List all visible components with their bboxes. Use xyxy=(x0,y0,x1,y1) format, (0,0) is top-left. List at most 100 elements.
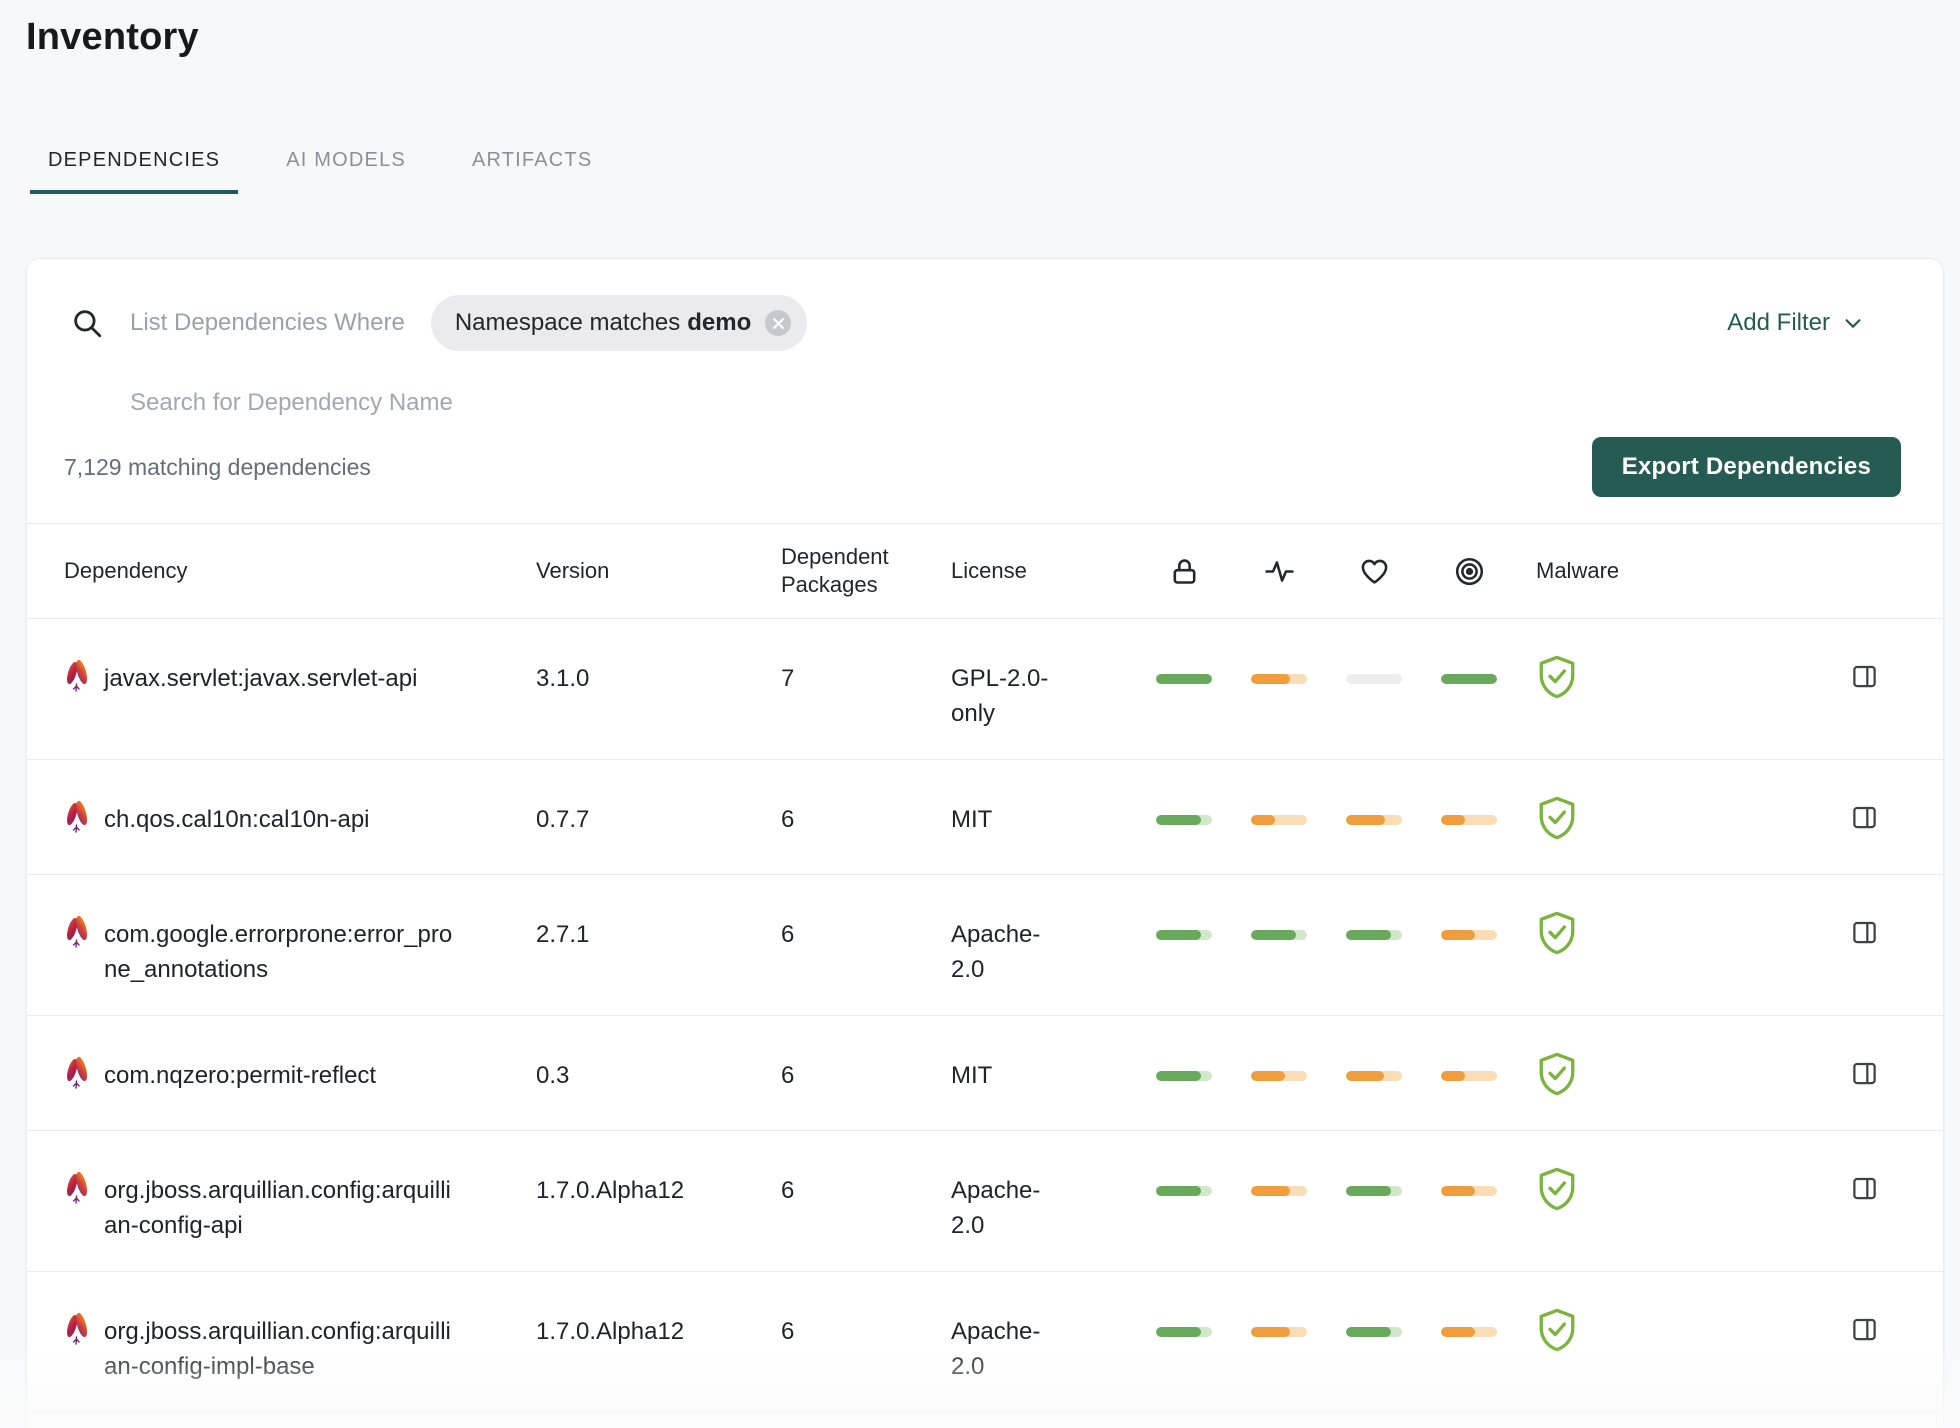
maven-feather-icon xyxy=(67,1057,88,1089)
filter-query-input[interactable]: List Dependencies Where xyxy=(130,309,405,337)
dependent-packages-count: 7 xyxy=(781,665,795,692)
table-row[interactable]: ch.qos.cal10n:cal10n-api 0.7.7 6 MIT xyxy=(27,760,1943,875)
security-score-bar xyxy=(1156,1327,1212,1337)
quality-score-bar xyxy=(1441,1186,1497,1196)
export-dependencies-button[interactable]: Export Dependencies xyxy=(1591,437,1901,497)
add-filter-button[interactable]: Add Filter xyxy=(1727,309,1906,337)
filter-chip-namespace[interactable]: Namespace matches demo xyxy=(430,295,808,351)
shield-check-icon xyxy=(1539,911,1575,955)
quality-score-bar xyxy=(1441,1071,1497,1081)
security-score-bar xyxy=(1156,1071,1212,1081)
maven-feather-icon xyxy=(67,801,88,833)
maven-feather-icon xyxy=(67,1313,88,1345)
panel-right-icon xyxy=(1853,921,1876,944)
malware-status xyxy=(1536,654,1664,705)
panel-right-icon xyxy=(1853,806,1876,829)
dependencies-panel: List Dependencies Where Namespace matche… xyxy=(26,258,1944,1428)
quality-score-bar xyxy=(1441,1327,1497,1337)
open-side-panel-button[interactable] xyxy=(1851,1316,1878,1346)
license-value: Apache-2.0 xyxy=(951,1177,1041,1239)
panel-right-icon xyxy=(1853,665,1876,688)
dependency-name: com.nqzero:permit-reflect xyxy=(104,1062,377,1089)
dependency-name: com.google.errorprone:error_prone_annota… xyxy=(104,921,453,983)
close-circle-icon[interactable] xyxy=(765,310,792,336)
table-row[interactable]: com.google.errorprone:error_prone_annota… xyxy=(27,875,1943,1016)
open-side-panel-button[interactable] xyxy=(1851,804,1878,834)
table-row[interactable]: javax.servlet:javax.servlet-api 3.1.0 7 … xyxy=(27,619,1943,760)
security-score-bar xyxy=(1156,674,1212,684)
table-row[interactable]: com.nqzero:permit-reflect 0.3 6 MIT xyxy=(27,1016,1943,1131)
quality-score-bar xyxy=(1441,815,1497,825)
dependency-name: javax.servlet:javax.servlet-api xyxy=(104,665,418,692)
malware-status xyxy=(1536,795,1664,846)
maven-feather-icon xyxy=(67,916,88,948)
dependency-name: org.jboss.arquillian.config:arquillian-c… xyxy=(104,1318,451,1380)
tab-ai-models[interactable]: AI MODELS xyxy=(268,149,424,194)
chevron-down-icon xyxy=(1845,319,1861,328)
license-value: MIT xyxy=(951,1062,993,1089)
activity-score-bar xyxy=(1251,1071,1307,1081)
tab-dependencies[interactable]: DEPENDENCIES xyxy=(30,149,239,194)
panel-right-icon xyxy=(1853,1062,1876,1085)
dependency-version: 0.3 xyxy=(536,1062,570,1089)
security-score-bar xyxy=(1156,1186,1212,1196)
license-value: Apache-2.0 xyxy=(951,1318,1041,1380)
activity-score-bar xyxy=(1251,674,1307,684)
panel-right-icon xyxy=(1853,1177,1876,1200)
column-header-version: Version xyxy=(536,558,610,583)
quality-score-bar xyxy=(1441,930,1497,940)
dependent-packages-count: 6 xyxy=(781,1062,795,1089)
license-value: Apache-2.0 xyxy=(951,921,1041,983)
malware-status xyxy=(1536,1307,1664,1358)
dependent-packages-count: 6 xyxy=(781,1177,795,1204)
inventory-tabs: DEPENDENCIES AI MODELS ARTIFACTS xyxy=(30,149,1960,194)
security-score-bar xyxy=(1156,815,1212,825)
tab-artifacts[interactable]: ARTIFACTS xyxy=(454,149,610,194)
popularity-score-bar xyxy=(1346,1327,1402,1337)
search-icon xyxy=(74,310,102,338)
security-score-bar xyxy=(1156,930,1212,940)
add-filter-label: Add Filter xyxy=(1727,309,1830,336)
license-value: GPL-2.0-only xyxy=(951,665,1049,727)
dependent-packages-count: 6 xyxy=(781,1318,795,1345)
malware-status xyxy=(1536,1051,1664,1102)
column-header-malware: Malware xyxy=(1536,558,1620,583)
open-side-panel-button[interactable] xyxy=(1851,1060,1878,1090)
open-side-panel-button[interactable] xyxy=(1851,1175,1878,1205)
shield-check-icon xyxy=(1539,1167,1575,1211)
column-header-security xyxy=(1156,556,1212,587)
filter-section: List Dependencies Where Namespace matche… xyxy=(27,259,1943,523)
panel-right-icon xyxy=(1853,1318,1876,1341)
column-header-quality xyxy=(1441,556,1497,587)
shield-check-icon xyxy=(1539,796,1575,840)
dependency-version: 2.7.1 xyxy=(536,921,590,948)
popularity-score-bar xyxy=(1346,674,1402,684)
lock-icon xyxy=(1173,558,1195,584)
heart-icon xyxy=(1361,559,1387,584)
dependency-name-search-input[interactable] xyxy=(130,389,830,417)
dependency-version: 3.1.0 xyxy=(536,665,590,692)
popularity-score-bar xyxy=(1346,930,1402,940)
column-header-dependency: Dependency xyxy=(64,558,188,583)
target-icon xyxy=(1455,557,1483,585)
activity-score-bar xyxy=(1251,815,1307,825)
open-side-panel-button[interactable] xyxy=(1851,663,1878,693)
malware-status xyxy=(1536,1166,1664,1217)
activity-score-bar xyxy=(1251,930,1307,940)
dependency-name: ch.qos.cal10n:cal10n-api xyxy=(104,806,370,833)
open-side-panel-button[interactable] xyxy=(1851,919,1878,949)
quality-score-bar xyxy=(1441,674,1497,684)
table-body: javax.servlet:javax.servlet-api 3.1.0 7 … xyxy=(27,619,1943,1428)
shield-check-icon xyxy=(1539,1308,1575,1352)
filter-chip-label: Namespace matches xyxy=(454,309,681,336)
license-value: MIT xyxy=(951,806,993,833)
dependency-version: 1.7.0.Alpha12 xyxy=(536,1318,685,1345)
matching-count: 7,129 matching dependencies xyxy=(64,453,371,480)
table-row[interactable]: org.jboss.arquillian.config:arquillian-c… xyxy=(27,1131,1943,1272)
table-row[interactable]: org.jboss.arquillian.config:arquillian-c… xyxy=(27,1272,1943,1413)
shield-check-icon xyxy=(1539,1052,1575,1096)
activity-score-bar xyxy=(1251,1327,1307,1337)
activity-pulse-icon xyxy=(1264,560,1294,582)
table-row[interactable]: org.jboss.arquillian.config:arquillian-c… xyxy=(27,1413,1943,1428)
dependency-name: org.jboss.arquillian.config:arquillian-c… xyxy=(104,1177,451,1239)
